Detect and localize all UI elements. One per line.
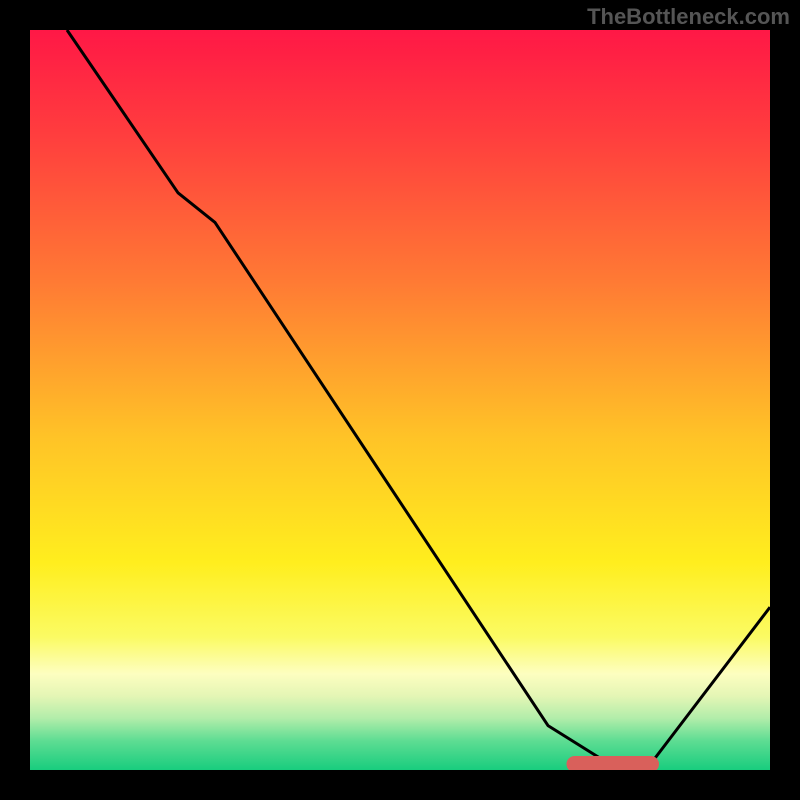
chart-svg bbox=[0, 0, 800, 800]
plot-frame-border bbox=[0, 0, 30, 800]
optimal-range-marker bbox=[567, 756, 660, 772]
chart-container: TheBottleneck.com bbox=[0, 0, 800, 800]
plot-frame-border bbox=[770, 0, 800, 800]
watermark-text: TheBottleneck.com bbox=[587, 4, 790, 30]
plot-frame-border bbox=[0, 770, 800, 800]
